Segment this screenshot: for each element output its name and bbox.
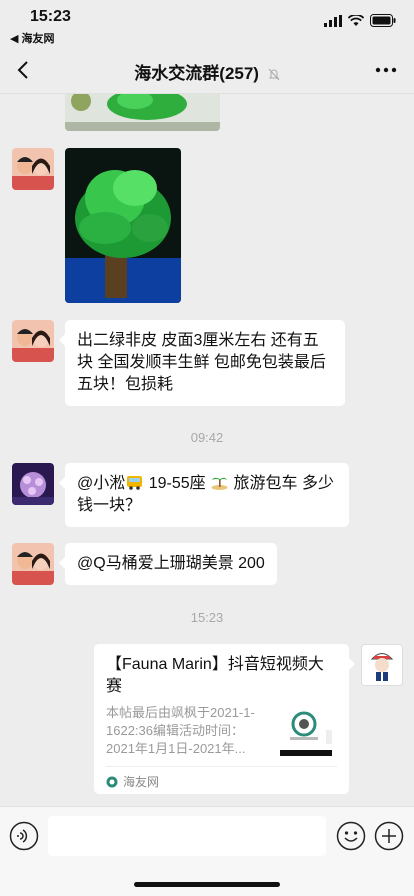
message-text-part: 19-55座 — [148, 475, 206, 492]
time-divider: 09:42 — [190, 430, 224, 445]
text-message-bubble[interactable]: @小淞 19-55座 旅游包车 多少钱一块？ — [59, 463, 349, 527]
card-thumbnail — [280, 704, 336, 760]
card-footer: 海友网 — [106, 766, 337, 790]
text-message-bubble[interactable]: @Q马桶爱上珊瑚美景 200 — [59, 543, 277, 585]
nav-bar: 海水交流群(257) — [0, 46, 414, 94]
back-to-app-link[interactable]: ◀ 海友网 — [10, 30, 55, 46]
sender-avatar[interactable] — [12, 320, 54, 362]
status-bar: 15:23 ◀ 海友网 — [0, 0, 414, 46]
bus-icon — [126, 475, 143, 490]
voice-input-icon[interactable] — [9, 821, 39, 851]
sender-avatar[interactable] — [12, 543, 54, 585]
mute-bell-icon — [268, 68, 280, 81]
site-logo-icon — [106, 776, 118, 787]
island-icon — [211, 475, 228, 490]
image-message-partial[interactable] — [65, 94, 220, 131]
coral-photo-partial — [65, 94, 220, 131]
link-card[interactable]: 【Fauna Marin】抖音短视频大赛 本帖最后由飒枫于2021-1-1622… — [94, 644, 355, 794]
message-text: 出二绿非皮 皮面3厘米左右 还有五块 全国发顺丰生鲜 包邮免包装最后五块！包损耗 — [77, 332, 326, 393]
own-avatar[interactable] — [361, 644, 403, 686]
image-message-coral[interactable] — [65, 148, 181, 303]
message-input[interactable] — [48, 816, 326, 856]
home-indicator[interactable] — [134, 882, 280, 887]
status-icons — [324, 14, 396, 27]
mention-text: @小淞 — [77, 475, 126, 492]
wifi-icon — [348, 14, 364, 26]
card-title: 【Fauna Marin】抖音短视频大赛 — [106, 656, 324, 695]
status-time: 15:23 — [30, 8, 71, 25]
emoji-icon[interactable] — [336, 821, 366, 851]
card-description: 本帖最后由飒枫于2021-1-1622:36编辑活动时间：2021年1月1日-2… — [106, 705, 255, 756]
chat-title: 海水交流群(257) — [0, 59, 414, 84]
chat-title-text: 海水交流群(257) — [134, 64, 259, 83]
coral-photo — [65, 148, 181, 303]
plus-icon[interactable] — [374, 821, 404, 851]
more-options-icon[interactable] — [374, 60, 398, 80]
message-text: @Q马桶爱上珊瑚美景 200 — [77, 555, 265, 572]
battery-icon — [370, 14, 396, 27]
chat-messages[interactable]: 出二绿非皮 皮面3厘米左右 还有五块 全国发顺丰生鲜 包邮免包装最后五块！包损耗… — [0, 94, 414, 806]
sender-avatar[interactable] — [12, 148, 54, 190]
text-message-bubble[interactable]: 出二绿非皮 皮面3厘米左右 还有五块 全国发顺丰生鲜 包邮免包装最后五块！包损耗 — [59, 320, 345, 406]
card-source: 海友网 — [123, 775, 160, 789]
time-divider: 15:23 — [190, 610, 224, 625]
sender-avatar-coral[interactable] — [12, 463, 54, 505]
signal-icon — [324, 14, 342, 27]
